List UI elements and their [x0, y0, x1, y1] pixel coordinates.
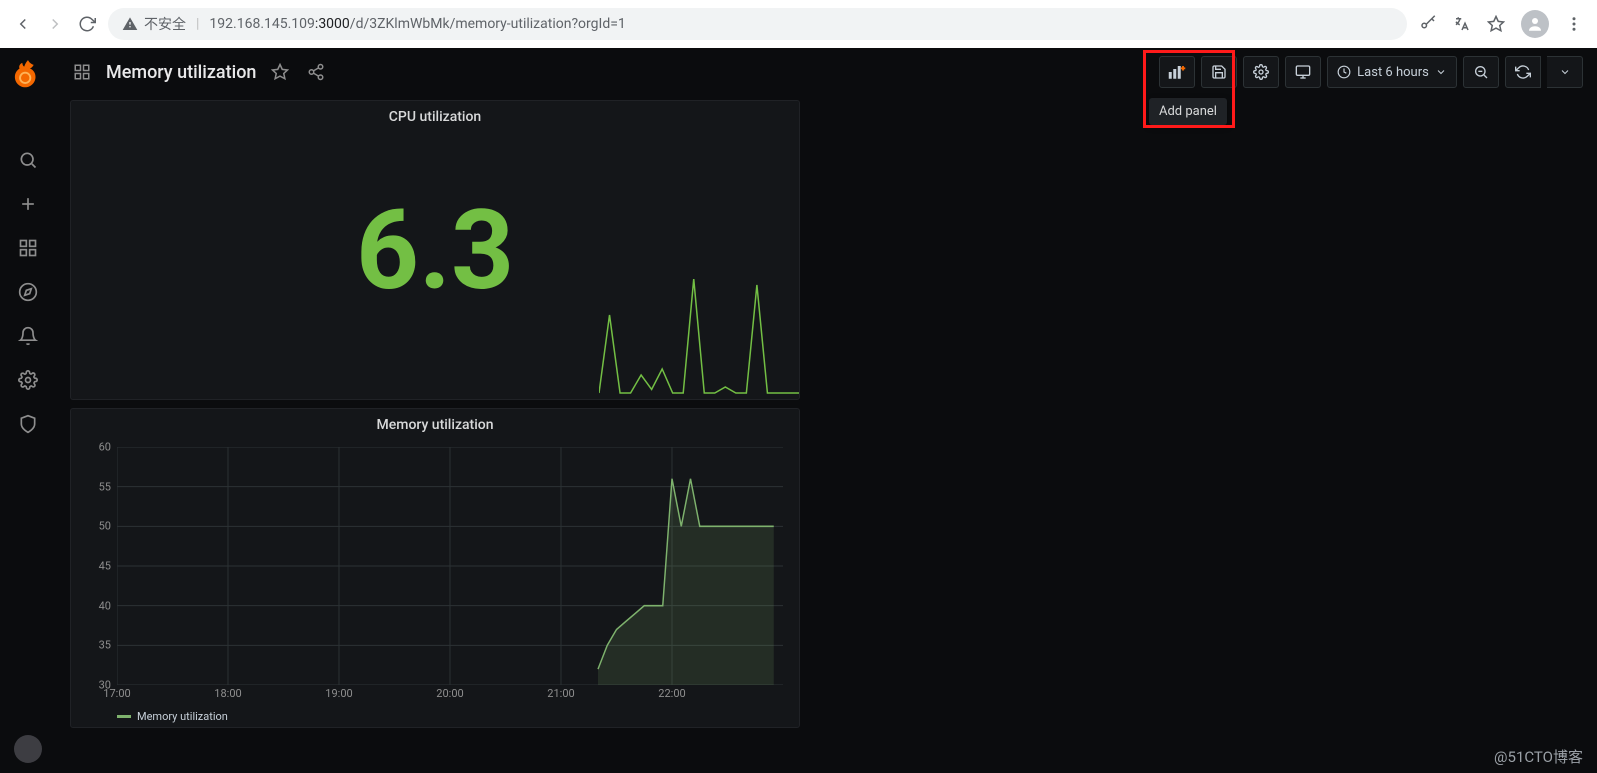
favorite-star-icon[interactable]	[268, 60, 292, 84]
share-icon[interactable]	[304, 60, 328, 84]
chevron-down-icon	[1559, 66, 1571, 78]
time-range-label: Last 6 hours	[1357, 65, 1429, 80]
chart-legend: Memory utilization	[117, 710, 228, 723]
dashboard-toolbar: Memory utilization La	[56, 48, 1597, 96]
chart-plot-area	[117, 447, 783, 685]
dashboard-settings-button[interactable]	[1243, 56, 1279, 88]
time-range-picker[interactable]: Last 6 hours	[1327, 56, 1457, 88]
reload-button[interactable]	[78, 15, 96, 33]
dashboard-title: Memory utilization	[106, 62, 256, 83]
explore-icon[interactable]	[8, 272, 48, 312]
sidebar	[0, 48, 56, 773]
watermark: @51CTO博客	[1494, 746, 1583, 767]
dashboards-icon[interactable]	[8, 228, 48, 268]
password-key-icon[interactable]	[1419, 15, 1437, 33]
panel-title: Memory utilization	[71, 409, 799, 437]
y-axis-ticks: 30354045505560	[81, 447, 115, 685]
cycle-view-button[interactable]	[1285, 56, 1321, 88]
save-dashboard-button[interactable]	[1201, 56, 1237, 88]
grafana-logo[interactable]	[13, 60, 43, 96]
insecure-label: 不安全	[144, 14, 186, 34]
dashboard-grid-icon[interactable]	[70, 60, 94, 84]
browser-toolbar: 不安全 | 192.168.145.109:3000/d/3ZKlmWbMk/m…	[0, 0, 1597, 48]
browser-menu-icon[interactable]	[1565, 15, 1583, 33]
server-admin-icon[interactable]	[8, 404, 48, 444]
profile-avatar[interactable]	[1521, 10, 1549, 38]
zoom-out-button[interactable]	[1463, 56, 1499, 88]
address-bar[interactable]: 不安全 | 192.168.145.109:3000/d/3ZKlmWbMk/m…	[108, 8, 1407, 40]
cpu-sparkline	[599, 279, 799, 399]
configuration-icon[interactable]	[8, 360, 48, 400]
create-icon[interactable]	[8, 184, 48, 224]
add-panel-button[interactable]	[1159, 56, 1195, 88]
user-avatar[interactable]	[14, 735, 42, 763]
search-icon[interactable]	[8, 140, 48, 180]
chevron-down-icon	[1435, 66, 1447, 78]
forward-button[interactable]	[46, 15, 64, 33]
bookmark-star-icon[interactable]	[1487, 15, 1505, 33]
back-button[interactable]	[14, 15, 32, 33]
refresh-button[interactable]	[1505, 56, 1541, 88]
legend-label: Memory utilization	[137, 710, 228, 723]
x-axis-ticks: 17:0018:0019:0020:0021:0022:00	[117, 687, 783, 701]
alerting-icon[interactable]	[8, 316, 48, 356]
translate-icon[interactable]	[1453, 15, 1471, 33]
warning-icon	[122, 16, 138, 32]
panel-memory-utilization[interactable]: Memory utilization 30354045505560 17:001…	[70, 408, 800, 728]
add-panel-tooltip: Add panel	[1149, 98, 1227, 125]
legend-swatch	[117, 715, 131, 718]
panel-cpu-utilization[interactable]: CPU utilization 6.3	[70, 100, 800, 400]
refresh-interval-dropdown[interactable]	[1547, 56, 1583, 88]
